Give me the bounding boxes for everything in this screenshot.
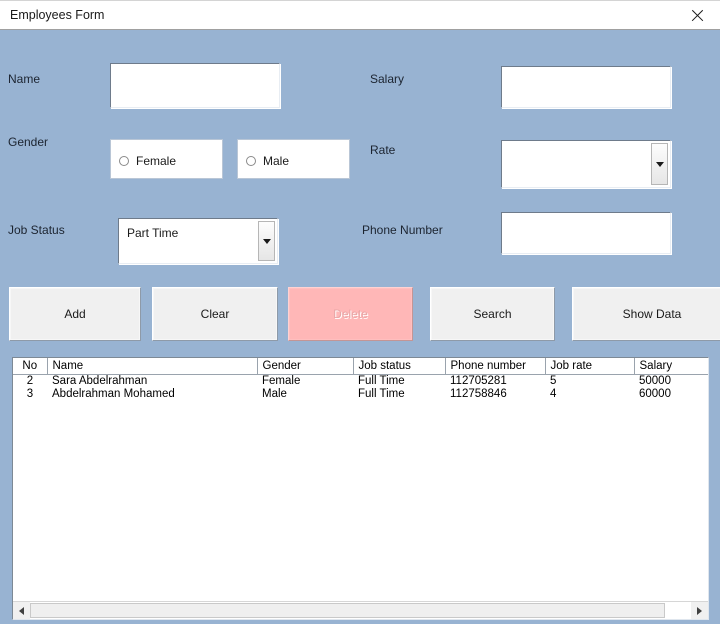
gender-label: Gender — [8, 135, 49, 149]
chevron-down-icon — [262, 238, 271, 244]
delete-button[interactable]: Delete — [288, 287, 413, 341]
search-button[interactable]: Search — [430, 287, 555, 341]
cell-no: 2 — [26, 375, 34, 387]
cell-name: Abdelrahman Mohamed — [52, 388, 175, 400]
phone-number-label: Phone Number — [362, 223, 443, 237]
employees-form-window: Employees Form Name Salary Gender Female… — [0, 0, 720, 624]
rate-combobox[interactable] — [501, 140, 671, 188]
show-data-button[interactable]: Show Data — [572, 287, 720, 341]
cell-gender: Male — [262, 388, 287, 400]
salary-input[interactable] — [501, 66, 671, 108]
column-header-no[interactable]: No — [13, 358, 48, 375]
radio-female-icon[interactable] — [119, 156, 129, 166]
clear-button[interactable]: Clear — [152, 287, 278, 341]
chevron-down-icon — [655, 161, 664, 167]
cell-job-status: Full Time — [358, 388, 405, 400]
name-label: Name — [8, 72, 41, 86]
gender-male-option[interactable]: Male — [237, 139, 350, 179]
employees-table: No Name Gender Job status Phone number J… — [13, 358, 708, 401]
table-row[interactable]: 3 Abdelrahman Mohamed Male Full Time 112… — [13, 388, 708, 401]
column-header-job-rate[interactable]: Job rate — [545, 358, 635, 375]
radio-male-icon[interactable] — [246, 156, 256, 166]
job-status-dropdown-button[interactable] — [258, 221, 275, 261]
phone-number-input[interactable] — [501, 212, 671, 254]
column-header-job-status[interactable]: Job status — [353, 358, 446, 375]
radio-male-label: Male — [263, 154, 290, 168]
window-title: Employees Form — [10, 8, 105, 22]
cell-job-rate: 4 — [550, 388, 557, 400]
close-button[interactable] — [674, 1, 720, 30]
table-header-row: No Name Gender Job status Phone number J… — [13, 358, 708, 375]
rate-dropdown-button[interactable] — [651, 143, 668, 185]
scroll-right-button[interactable] — [691, 602, 708, 619]
rate-label: Rate — [370, 143, 396, 157]
scrollbar-thumb[interactable] — [30, 603, 665, 618]
column-header-salary[interactable]: Salary — [634, 358, 708, 375]
name-input[interactable] — [110, 63, 280, 108]
cell-no: 3 — [26, 388, 34, 400]
form-canvas: Name Salary Gender Female Male Rate Job … — [0, 30, 720, 624]
salary-label: Salary — [370, 72, 405, 86]
cell-phone-number: 112758846 — [450, 388, 507, 400]
cell-job-status: Full Time — [358, 375, 405, 387]
cell-salary: 60000 — [639, 388, 671, 400]
job-status-combobox[interactable]: Part Time — [118, 218, 278, 264]
column-header-gender[interactable]: Gender — [257, 358, 354, 375]
radio-female-label: Female — [136, 154, 177, 168]
cell-job-rate: 5 — [550, 375, 557, 387]
grid-horizontal-scrollbar[interactable] — [13, 601, 708, 619]
add-button[interactable]: Add — [9, 287, 141, 341]
cell-salary: 50000 — [639, 375, 671, 387]
job-status-label: Job Status — [8, 223, 65, 237]
scroll-left-button[interactable] — [13, 602, 30, 619]
cell-phone-number: 112705281 — [450, 375, 507, 387]
scrollbar-track[interactable] — [30, 602, 691, 619]
table-row[interactable]: 2 Sara Abdelrahman Female Full Time 1127… — [13, 375, 708, 389]
caret-right-icon — [697, 606, 702, 615]
column-header-name[interactable]: Name — [47, 358, 258, 375]
titlebar: Employees Form — [0, 0, 720, 30]
cell-name: Sara Abdelrahman — [52, 375, 148, 387]
caret-left-icon — [19, 606, 24, 615]
close-icon — [690, 8, 705, 23]
employees-data-grid[interactable]: No Name Gender Job status Phone number J… — [12, 357, 709, 620]
job-status-combobox-value: Part Time — [127, 226, 179, 240]
column-header-phone-number[interactable]: Phone number — [445, 358, 546, 375]
cell-gender: Female — [262, 375, 301, 387]
gender-female-option[interactable]: Female — [110, 139, 223, 179]
